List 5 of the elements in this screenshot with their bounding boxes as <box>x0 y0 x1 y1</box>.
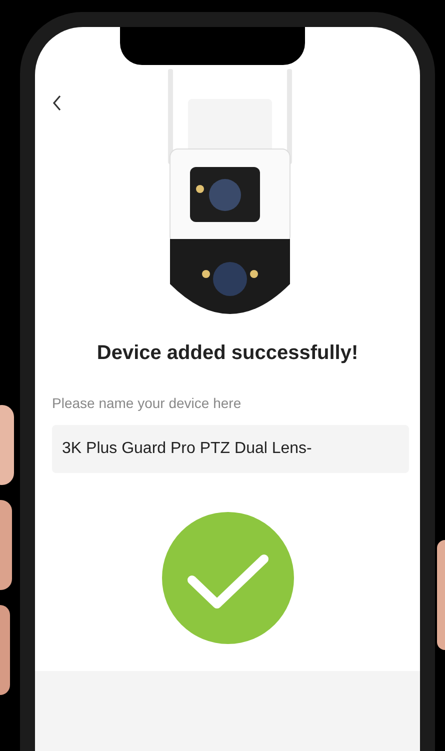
success-title: Device added successfully! <box>96 342 360 365</box>
name-prompt: Please name your device here <box>52 395 242 411</box>
success-check-icon <box>162 512 294 644</box>
back-icon[interactable] <box>52 95 62 111</box>
device-name-field[interactable]: 3K Plus Guard Pro PTZ Dual Lens- <box>52 425 409 473</box>
